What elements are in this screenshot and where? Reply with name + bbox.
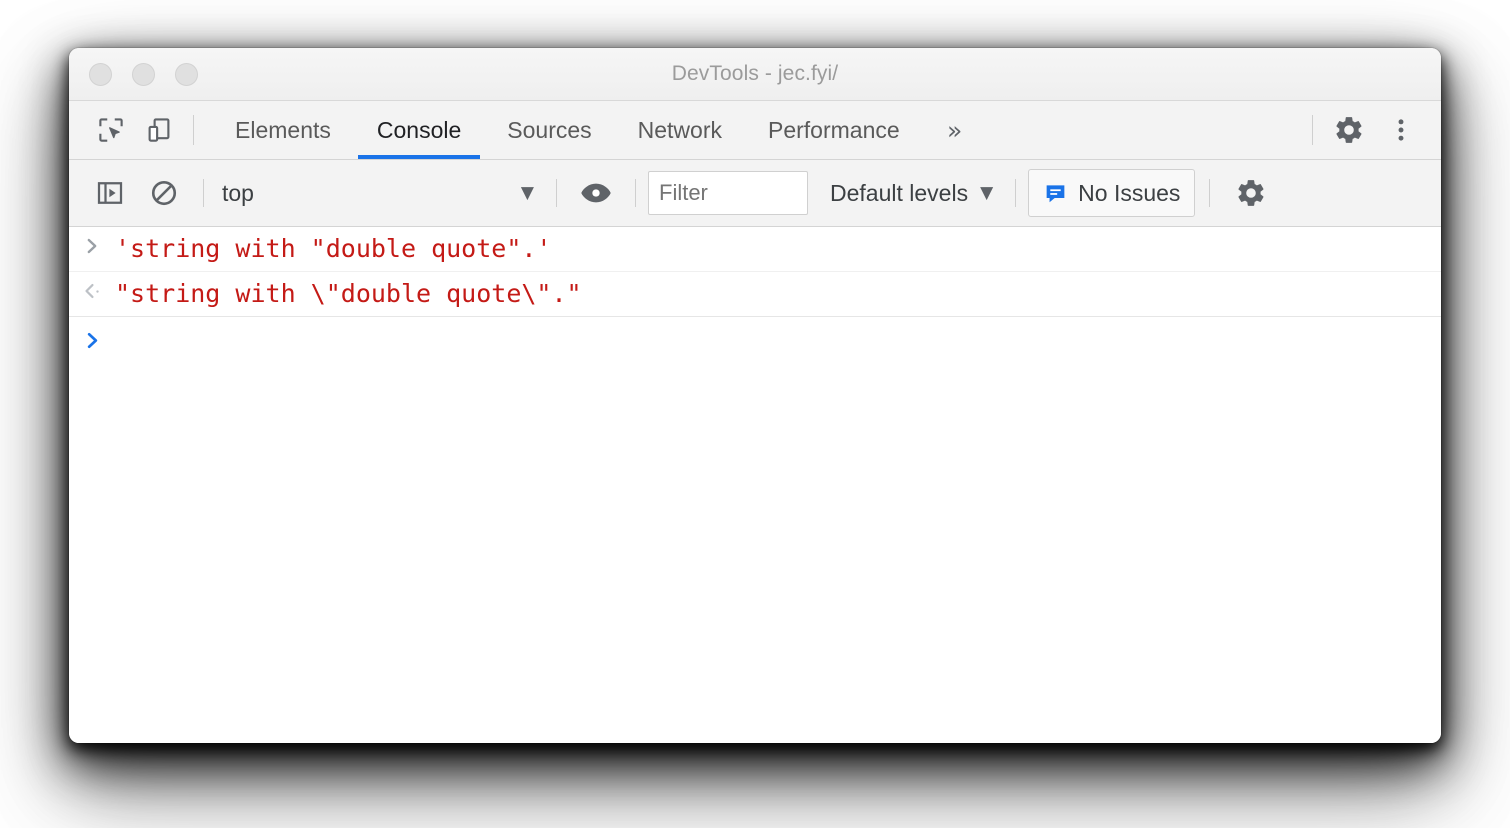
panel-tabs: Elements Console Sources Network Perform… (212, 101, 987, 159)
console-input-row[interactable]: 'string with "double quote".' (69, 227, 1441, 272)
log-levels-label: Default levels (830, 179, 969, 206)
tab-elements[interactable]: Elements (212, 101, 354, 159)
maximize-button[interactable] (175, 62, 198, 86)
chevron-down-icon: ▼ (980, 183, 994, 203)
tab-network[interactable]: Network (615, 101, 745, 159)
console-input-text: 'string with "double quote".' (115, 234, 552, 263)
devtools-window: DevTools - jec.fyi/ Elements Console Sou… (69, 48, 1441, 743)
tab-sources[interactable]: Sources (484, 101, 614, 159)
inspect-element-icon[interactable] (87, 101, 135, 159)
console-output-text: "string with \"double quote\"." (115, 279, 582, 308)
window-titlebar: DevTools - jec.fyi/ (69, 48, 1441, 101)
console-prompt-row[interactable] (69, 317, 1441, 367)
console-message-list[interactable]: 'string with "double quote".' "string wi… (69, 227, 1441, 743)
minimize-button[interactable] (132, 62, 155, 86)
issues-bubble-icon (1043, 181, 1068, 206)
input-caret-icon (69, 233, 115, 257)
chevron-down-icon: ▼ (520, 183, 534, 203)
device-toolbar-icon[interactable] (135, 101, 183, 159)
console-toolbar-divider-1 (203, 179, 204, 207)
console-toolbar-divider-3 (635, 179, 636, 207)
tab-console[interactable]: Console (354, 101, 484, 159)
tabbar-divider-1 (193, 115, 194, 145)
tab-sources-label: Sources (507, 116, 592, 143)
console-toolbar-divider-2 (556, 179, 557, 207)
three-dot-menu-icon[interactable] (1375, 101, 1427, 159)
console-toolbar-divider-5 (1209, 179, 1211, 207)
tabbar-divider-2 (1312, 115, 1313, 145)
tab-console-label: Console (376, 116, 462, 143)
console-output-row[interactable]: "string with \"double quote\"." (69, 272, 1441, 317)
console-toolbar: top ▼ Default levels ▼ (69, 160, 1441, 227)
execution-context-selector[interactable]: top ▼ (216, 180, 544, 207)
devtools-tabbar: Elements Console Sources Network Perform… (69, 101, 1441, 160)
more-tabs-chevron-icon[interactable]: » (923, 101, 987, 159)
issues-button-label: No Issues (1078, 179, 1181, 206)
screenshot-canvas: DevTools - jec.fyi/ Elements Console Sou… (0, 0, 1510, 828)
filter-input[interactable] (648, 171, 808, 215)
log-levels-selector[interactable]: Default levels ▼ (830, 180, 995, 207)
issues-button[interactable]: No Issues (1028, 169, 1196, 217)
prompt-caret-icon (69, 327, 115, 352)
tab-performance[interactable]: Performance (745, 101, 923, 159)
clear-console-icon[interactable] (137, 178, 191, 208)
live-expression-eye-icon[interactable] (569, 176, 623, 210)
console-prompt-input[interactable] (115, 327, 1441, 359)
tab-performance-label: Performance (768, 116, 900, 143)
tabbar-right-group (1302, 101, 1427, 159)
close-button[interactable] (89, 62, 112, 86)
console-toolbar-divider-4 (1015, 179, 1017, 207)
console-sidebar-icon[interactable] (83, 178, 137, 208)
tab-network-label: Network (637, 116, 722, 143)
traffic-light-group (89, 62, 198, 86)
gear-icon[interactable] (1323, 101, 1375, 159)
execution-context-label: top (222, 179, 254, 206)
console-settings-gear-icon[interactable] (1224, 177, 1278, 209)
tab-elements-label: Elements (235, 116, 331, 143)
window-title: DevTools - jec.fyi/ (671, 62, 839, 85)
output-result-icon (69, 278, 115, 302)
